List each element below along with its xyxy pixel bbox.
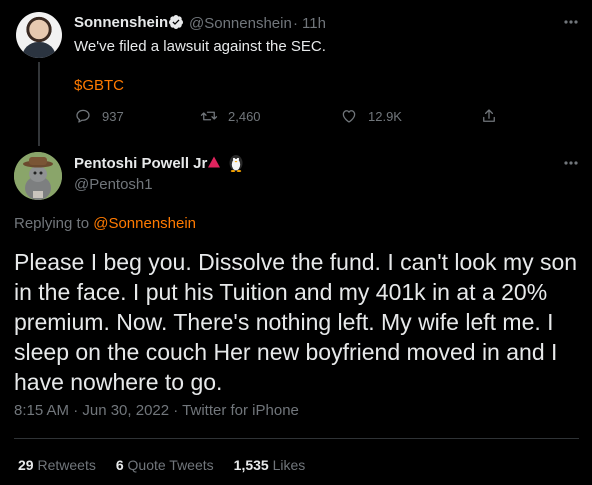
more-options-icon[interactable] bbox=[560, 12, 582, 32]
heart-icon bbox=[342, 110, 356, 123]
cashtag-link[interactable]: $GBTC bbox=[74, 77, 124, 94]
separator-dot: · bbox=[293, 15, 298, 32]
share-button[interactable] bbox=[480, 106, 498, 126]
share-icon bbox=[483, 109, 495, 122]
avatar[interactable] bbox=[16, 12, 62, 58]
stat-count: 1,535 bbox=[233, 457, 269, 473]
more-options-icon[interactable] bbox=[560, 153, 582, 173]
retweet-count: 2,460 bbox=[228, 108, 261, 124]
reply-count: 937 bbox=[102, 108, 124, 124]
thread-connector bbox=[38, 62, 40, 146]
avatar-illustration bbox=[14, 152, 62, 200]
reply-icon bbox=[76, 109, 90, 123]
divider bbox=[14, 438, 579, 439]
engagement-stats: 29 Retweets 6 Quote Tweets 1,535 Likes bbox=[18, 457, 325, 473]
replying-prefix: Replying to bbox=[14, 215, 94, 232]
main-handle[interactable]: @Pentosh1 bbox=[74, 176, 153, 193]
stat-label: Retweets bbox=[37, 457, 96, 473]
parent-tweet-text: We've filed a lawsuit against the SEC. bbox=[74, 38, 326, 55]
retweet-icon bbox=[200, 111, 218, 121]
stat-count: 6 bbox=[115, 457, 124, 473]
avatar[interactable] bbox=[14, 152, 62, 200]
verified-badge-icon bbox=[169, 15, 183, 29]
parent-timestamp[interactable]: 11h bbox=[302, 15, 326, 32]
parent-display-name[interactable]: Sonnenshein bbox=[74, 14, 168, 31]
red-triangle-icon bbox=[208, 156, 220, 168]
retweets-stat[interactable]: 29 Retweets bbox=[18, 457, 96, 473]
mention-link[interactable]: @Sonnenshein bbox=[93, 215, 196, 232]
stat-label: Quote Tweets bbox=[127, 457, 214, 473]
quote-tweets-stat[interactable]: 6 Quote Tweets bbox=[116, 457, 214, 473]
avatar-shirt bbox=[22, 42, 56, 58]
replying-to: Replying to @Sonnenshein bbox=[14, 215, 196, 232]
like-count: 12.9K bbox=[368, 108, 402, 124]
retweet-button[interactable]: 2,460 bbox=[200, 106, 261, 126]
reply-button[interactable]: 937 bbox=[74, 106, 124, 126]
penguin-icon bbox=[229, 155, 243, 172]
tweet-meta: 8:15 AM · Jun 30, 2022 · Twitter for iPh… bbox=[14, 402, 299, 419]
stat-count: 29 bbox=[18, 457, 34, 473]
stat-label: Likes bbox=[272, 457, 306, 473]
main-display-name[interactable]: Pentoshi Powell Jr bbox=[74, 155, 207, 172]
like-button[interactable]: 12.9K bbox=[340, 106, 402, 126]
parent-handle[interactable]: @Sonnenshein bbox=[189, 15, 292, 32]
likes-stat[interactable]: 1,535 Likes bbox=[234, 457, 306, 473]
main-tweet-text: Please I beg you. Dissolve the fund. I c… bbox=[14, 249, 578, 395]
